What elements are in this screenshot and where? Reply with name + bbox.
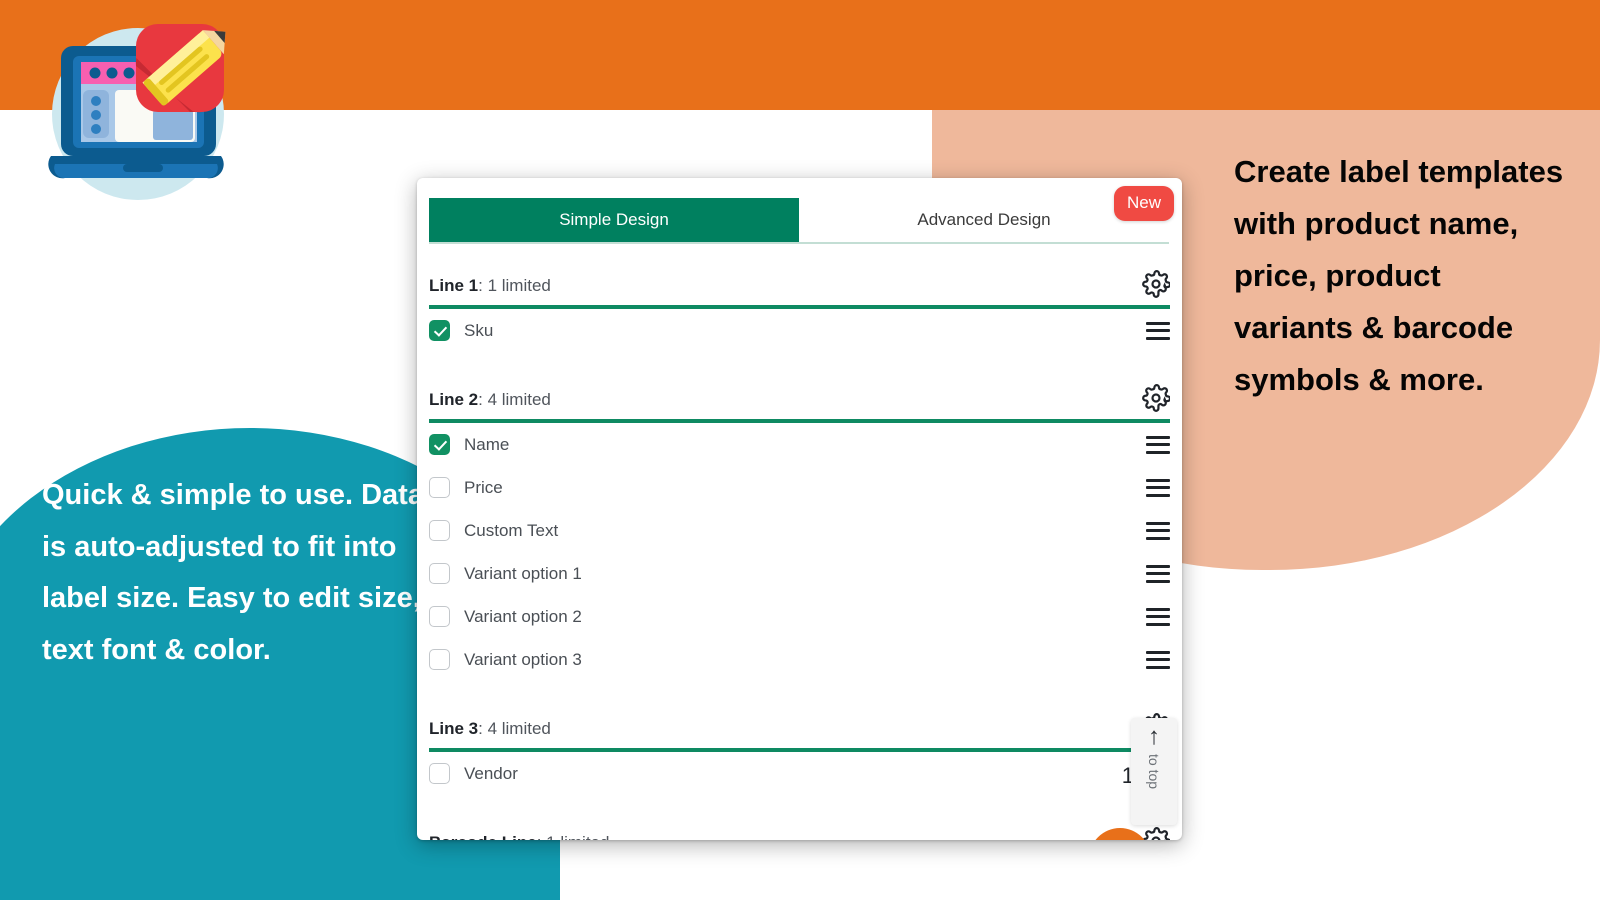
drag-handle-icon[interactable]	[1146, 435, 1170, 454]
tab-simple-design[interactable]: Simple Design	[429, 198, 799, 242]
checkbox-name[interactable]	[429, 434, 450, 455]
checkbox-sku[interactable]	[429, 320, 450, 341]
checkbox-variant-option-2[interactable]	[429, 606, 450, 627]
template-field-list: Line 1: 1 limited Sku Line 2: 4 limited …	[417, 248, 1182, 840]
drag-handle-icon[interactable]	[1146, 321, 1170, 340]
section-title-line-1: Line 1: 1 limited	[429, 276, 551, 296]
list-item[interactable]: Variant option 2	[429, 595, 1170, 638]
list-item[interactable]: Name	[429, 423, 1170, 466]
section-header-line-3: Line 3: 4 limited	[429, 691, 1170, 752]
section-title-line-1-name: Line 1	[429, 276, 479, 295]
checkbox-price[interactable]	[429, 477, 450, 498]
section-title-barcode-line: Barcode Line: 1 limited	[429, 833, 609, 840]
list-item-left: Variant option 3	[429, 649, 582, 670]
list-item-left: Vendor	[429, 763, 518, 784]
status-badge-new: New	[1113, 186, 1174, 221]
section-header-line-2: Line 2: 4 limited	[429, 362, 1170, 423]
list-item-label: Variant option 3	[464, 649, 582, 669]
section-title-line-1-limit: : 1 limited	[478, 276, 551, 295]
list-item-label: Price	[464, 477, 503, 497]
arrow-up-icon: ↑	[1148, 723, 1160, 750]
left-panel-text: Quick & simple to use. Data is auto-adju…	[42, 479, 424, 666]
tab-advanced-design-label: Advanced Design	[917, 210, 1051, 229]
list-item[interactable]: Variant option 3	[429, 638, 1170, 681]
section-header-barcode-line: Barcode Line: 1 limited	[429, 805, 1170, 840]
scroll-to-top-button[interactable]: ↑ to top	[1131, 718, 1177, 825]
list-item-label: Variant option 2	[464, 606, 582, 626]
section-title-line-3-limit: : 4 limited	[478, 719, 551, 738]
section-title-barcode-line-limit: : 1 limited	[537, 833, 610, 840]
section-title-line-2: Line 2: 4 limited	[429, 390, 551, 410]
list-item-label: Vendor	[464, 763, 518, 783]
drag-handle-icon[interactable]	[1146, 650, 1170, 669]
gear-icon[interactable]	[1142, 270, 1170, 298]
list-item-left: Custom Text	[429, 520, 558, 541]
list-item-left: Name	[429, 434, 509, 455]
list-item[interactable]: Sku	[429, 309, 1170, 352]
list-item[interactable]: Variant option 1	[429, 552, 1170, 595]
section-title-line-2-name: Line 2	[429, 390, 479, 409]
list-item[interactable]: Custom Text	[429, 509, 1170, 552]
list-item-left: Variant option 2	[429, 606, 582, 627]
list-item[interactable]: Price	[429, 466, 1170, 509]
right-panel-text: Create label templates with product name…	[1234, 154, 1564, 398]
checkbox-variant-option-3[interactable]	[429, 649, 450, 670]
promo-banner-canvas: Simple Design for quick and classic temp…	[0, 0, 1600, 900]
drag-handle-icon[interactable]	[1146, 564, 1170, 583]
section-title-line-3-name: Line 3	[429, 719, 479, 738]
checkbox-vendor[interactable]	[429, 763, 450, 784]
gear-icon[interactable]	[1142, 827, 1170, 840]
drag-handle-icon[interactable]	[1146, 607, 1170, 626]
list-item-left: Price	[429, 477, 503, 498]
tab-simple-design-label: Simple Design	[559, 210, 669, 229]
section-title-line-3: Line 3: 4 limited	[429, 719, 551, 739]
scroll-to-top-label: to top	[1146, 754, 1162, 790]
list-item-label: Name	[464, 434, 510, 454]
drag-handle-icon[interactable]	[1146, 521, 1170, 540]
list-item-label: Sku	[464, 320, 494, 340]
section-header-line-1: Line 1: 1 limited	[429, 248, 1170, 309]
list-item[interactable]: Vendor	[429, 752, 1170, 795]
checkbox-custom-text[interactable]	[429, 520, 450, 541]
list-item-label: Variant option 1	[464, 563, 582, 583]
drag-handle-icon[interactable]	[1146, 478, 1170, 497]
list-item-left: Variant option 1	[429, 563, 582, 584]
list-item-left: Sku	[429, 320, 493, 341]
checkbox-variant-option-1[interactable]	[429, 563, 450, 584]
list-item-label: Custom Text	[464, 520, 559, 540]
laptop-pencil-design-icon	[33, 14, 255, 214]
section-title-barcode-line-name: Barcode Line	[429, 833, 537, 840]
section-title-line-2-limit: : 4 limited	[478, 390, 551, 409]
gear-icon[interactable]	[1142, 384, 1170, 412]
design-mode-tabs: Simple Design Advanced Design	[429, 198, 1169, 244]
label-template-app-card: Simple Design Advanced Design New Line 1…	[417, 178, 1182, 840]
